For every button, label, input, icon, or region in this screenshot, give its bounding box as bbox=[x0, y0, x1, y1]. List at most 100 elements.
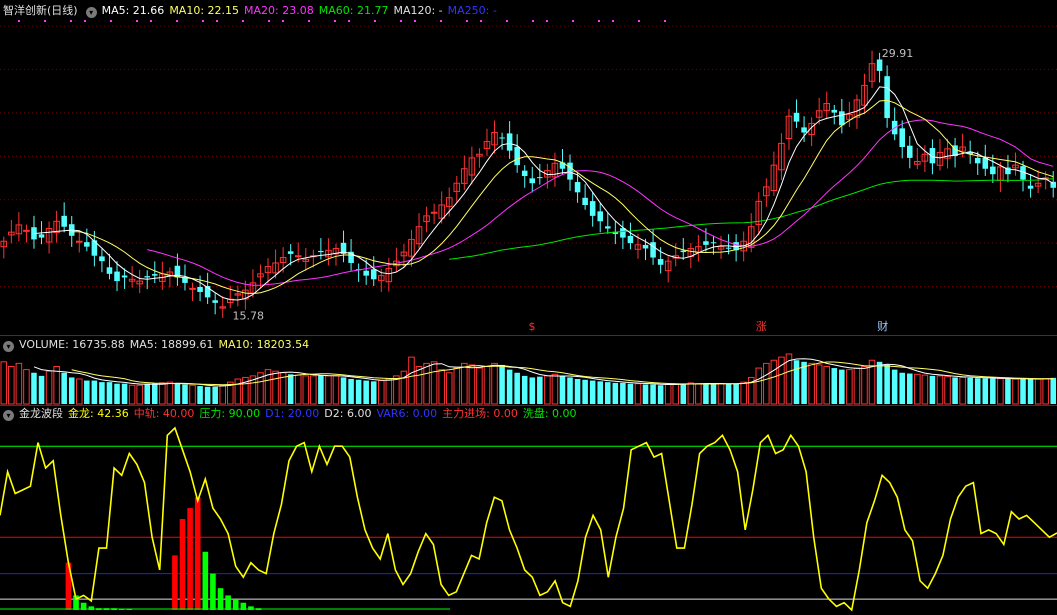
volume-bar-down bbox=[597, 381, 603, 404]
event-dot bbox=[532, 20, 534, 22]
volume-bar-up bbox=[483, 366, 491, 405]
volume-bar-up bbox=[219, 384, 226, 405]
volume-bar-down bbox=[318, 375, 324, 404]
wash-bar bbox=[232, 599, 239, 610]
candle-down bbox=[287, 251, 294, 254]
volume-bar-down bbox=[91, 380, 98, 404]
candle-down bbox=[710, 242, 717, 244]
volume-bar-down bbox=[1027, 379, 1034, 404]
volume-bar-down bbox=[1020, 378, 1026, 404]
volume-bar-down bbox=[68, 377, 75, 404]
volume-bar-up bbox=[415, 366, 423, 405]
volume-bar-up bbox=[378, 380, 385, 405]
wash-bar bbox=[202, 551, 209, 610]
volume-bar-down bbox=[287, 374, 294, 404]
event-marker: 涨 bbox=[756, 320, 767, 333]
volume-bar-down bbox=[38, 375, 45, 404]
volume-bar-up bbox=[461, 362, 468, 405]
volume-bar-down bbox=[990, 378, 996, 404]
indicator-pane: ▾ 金龙波段 金龙: 42.36 中轨: 40.00 压力: 90.00 D1: 20.0… bbox=[0, 406, 1057, 615]
volume-bar-up bbox=[717, 383, 725, 405]
candle-down bbox=[597, 211, 603, 222]
candle-down bbox=[876, 59, 883, 71]
wash-bar bbox=[210, 573, 216, 610]
candle-down bbox=[84, 242, 90, 247]
volume-bar-up bbox=[755, 367, 763, 405]
volume-bar-down bbox=[982, 378, 989, 404]
volume-bar-down bbox=[121, 383, 128, 404]
candle-down bbox=[680, 250, 687, 253]
volume-bar-down bbox=[204, 386, 211, 404]
volume-bar-up bbox=[544, 375, 551, 405]
volume-bar-down bbox=[612, 382, 619, 404]
volume-chart bbox=[0, 353, 1056, 405]
volume-bar-up bbox=[634, 383, 642, 405]
ma5-line bbox=[33, 86, 1054, 301]
candle-down bbox=[197, 286, 203, 292]
event-dot bbox=[136, 20, 138, 22]
volume-bar-down bbox=[831, 368, 838, 404]
volume-bar-up bbox=[808, 362, 815, 405]
volume-bar-up bbox=[423, 362, 430, 405]
volume-bar-up bbox=[921, 374, 929, 405]
volume-bar-up bbox=[914, 373, 921, 405]
candle-up bbox=[189, 287, 196, 290]
volume-bar-down bbox=[884, 364, 890, 404]
volume-bar-up bbox=[770, 359, 778, 405]
candle-down bbox=[899, 128, 905, 148]
candle-down bbox=[537, 177, 543, 179]
volume-pane: ▾ VOLUME: 16735.88 MA5: 18899.61 MA10: 1820… bbox=[0, 336, 1057, 406]
event-dot bbox=[598, 20, 600, 22]
candle-down bbox=[121, 275, 128, 278]
candle-down bbox=[582, 197, 588, 205]
candle-down bbox=[99, 256, 105, 262]
volume-bar-down bbox=[1005, 379, 1011, 404]
volume-bar-up bbox=[491, 362, 498, 405]
volume-bar-up bbox=[294, 374, 302, 405]
candle-down bbox=[620, 228, 626, 238]
candle-down bbox=[61, 215, 67, 227]
wash-bar bbox=[225, 595, 231, 610]
volume-bar-down bbox=[657, 385, 664, 404]
volume-bar-down bbox=[506, 369, 513, 404]
volume-bar-up bbox=[76, 378, 83, 405]
volume-bar-down bbox=[650, 384, 656, 404]
volume-bar-down bbox=[348, 379, 354, 404]
volume-bar-up bbox=[325, 375, 332, 405]
event-marker: $ bbox=[529, 320, 536, 333]
volume-bar-down bbox=[589, 380, 596, 404]
candle-down bbox=[114, 271, 120, 282]
volume-bar-down bbox=[61, 372, 67, 404]
volume-bar-down bbox=[340, 377, 347, 404]
volume-bar-down bbox=[733, 383, 739, 404]
volume-bar-down bbox=[605, 382, 611, 404]
volume-bar-up bbox=[664, 383, 672, 405]
low-price-label: 15.78 bbox=[233, 310, 265, 323]
volume-bar-up bbox=[476, 367, 483, 405]
volume-bar-up bbox=[551, 373, 559, 405]
candle-down bbox=[152, 274, 158, 276]
volume-bar-up bbox=[815, 364, 823, 405]
main-force-bar bbox=[194, 497, 201, 610]
volume-bar-down bbox=[537, 376, 543, 404]
price-pane: 智洋创新(日线) ▾ MA5: 21.66 MA10: 22.15 MA20: 23.0… bbox=[0, 0, 1057, 336]
volume-bar-down bbox=[793, 360, 800, 404]
volume-bar-down bbox=[212, 386, 218, 404]
volume-bar-up bbox=[936, 375, 944, 405]
candle-down bbox=[831, 109, 838, 113]
volume-bar-up bbox=[861, 366, 868, 405]
volume-bar-down bbox=[363, 380, 369, 404]
volume-bar-down bbox=[582, 379, 588, 404]
volume-bar-up bbox=[272, 370, 279, 405]
volume-bar-up bbox=[189, 384, 196, 405]
volume-bar-down bbox=[967, 377, 973, 404]
candle-down bbox=[642, 244, 649, 249]
volume-bar-down bbox=[567, 377, 573, 404]
volume-bar-up bbox=[1034, 378, 1042, 405]
event-dot bbox=[84, 20, 86, 22]
candle-down bbox=[801, 127, 807, 133]
volume-bar-down bbox=[899, 372, 905, 404]
jinlong-line bbox=[0, 426, 1057, 612]
volume-bar-up bbox=[385, 378, 393, 405]
volume-bar-down bbox=[974, 378, 981, 404]
